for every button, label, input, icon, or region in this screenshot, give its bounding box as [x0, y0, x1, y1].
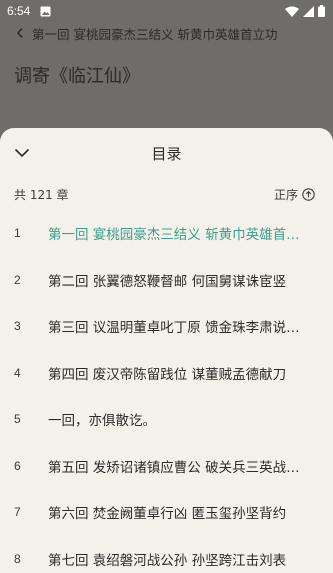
chapter-number: 3 [14, 319, 21, 334]
chapter-heading: 第一回 宴桃园豪杰三结义 斩黄巾英雄首立功 [32, 26, 278, 42]
chapter-item[interactable]: 1 第一回 宴桃园豪杰三结义 斩黄巾英雄首立功 [0, 210, 333, 257]
sort-toggle[interactable]: 正序 [274, 186, 315, 203]
image-icon [40, 6, 51, 16]
chapter-item[interactable]: 6 第五回 发矫诏诸镇应曹公 破关兵三英战吕布 [0, 443, 333, 490]
chapter-item[interactable]: 4 第四回 废汉帝陈留践位 谋董贼孟德献刀 [0, 350, 333, 397]
status-bar: 6:54 [0, 0, 333, 22]
chevron-down-icon [14, 148, 30, 158]
chapter-title: 第二回 张翼德怒鞭督邮 何国舅谋诛宦竖 [48, 273, 287, 290]
chapter-number: 4 [14, 365, 21, 380]
chapter-number: 1 [14, 226, 21, 241]
back-arrow-icon[interactable] [16, 27, 24, 39]
sheet-header: 目录 [0, 128, 333, 178]
signal-icon [303, 5, 314, 17]
chapter-number: 7 [14, 505, 21, 520]
chapter-item[interactable]: 5 一回，亦俱散讫。 [0, 396, 333, 443]
chapter-list: 1 第一回 宴桃园豪杰三结义 斩黄巾英雄首立功 2 第二回 张翼德怒鞭督邮 何国… [0, 210, 333, 573]
chapter-title: 第四回 废汉帝陈留践位 谋董贼孟德献刀 [48, 366, 287, 383]
collapse-button[interactable] [10, 141, 34, 165]
sheet-title: 目录 [151, 144, 182, 163]
toc-meta: 共 121 章 正序 [0, 178, 333, 210]
chapter-title: 第三回 议温明董卓叱丁原 馈金珠李肃说吕布 [48, 320, 313, 337]
chapter-title: 第六回 焚金阙董卓行凶 匿玉玺孙坚背约 [48, 506, 287, 523]
chapter-title: 第五回 发矫诏诸镇应曹公 破关兵三英战吕布 [48, 459, 313, 476]
sort-arrow-icon [302, 187, 315, 201]
chapter-number: 2 [14, 272, 21, 287]
chapter-item[interactable]: 7 第六回 焚金阙董卓行凶 匿玉玺孙坚背约 [0, 489, 333, 536]
chapter-number: 8 [14, 551, 21, 566]
chapter-number: 6 [14, 458, 21, 473]
chapter-item[interactable]: 8 第七回 袁绍磐河战公孙 孙坚跨江击刘表 [0, 536, 333, 573]
chapter-title: 一回，亦俱散讫。 [48, 413, 156, 430]
reader-header: 第一回 宴桃园豪杰三结义 斩黄巾英雄首立功 [0, 22, 333, 44]
toc-sheet: 目录 共 121 章 正序 1 第一回 宴桃园豪杰三结义 斩黄巾英雄首立功 2 … [0, 128, 333, 573]
wifi-icon [285, 6, 299, 17]
chapter-title: 第一回 宴桃园豪杰三结义 斩黄巾英雄首立功 [48, 227, 313, 244]
status-time: 6:54 [7, 4, 31, 18]
chapter-item[interactable]: 3 第三回 议温明董卓叱丁原 馈金珠李肃说吕布 [0, 303, 333, 350]
chapter-item[interactable]: 2 第二回 张翼德怒鞭督邮 何国舅谋诛宦竖 [0, 257, 333, 304]
chapter-number: 5 [14, 412, 21, 427]
battery-icon [318, 5, 325, 17]
chapter-title: 第七回 袁绍磐河战公孙 孙坚跨江击刘表 [48, 552, 287, 569]
sort-label: 正序 [273, 187, 298, 202]
poem-title: 调寄《临江仙》 [14, 66, 140, 87]
chapter-count: 共 121 章 [14, 187, 69, 202]
